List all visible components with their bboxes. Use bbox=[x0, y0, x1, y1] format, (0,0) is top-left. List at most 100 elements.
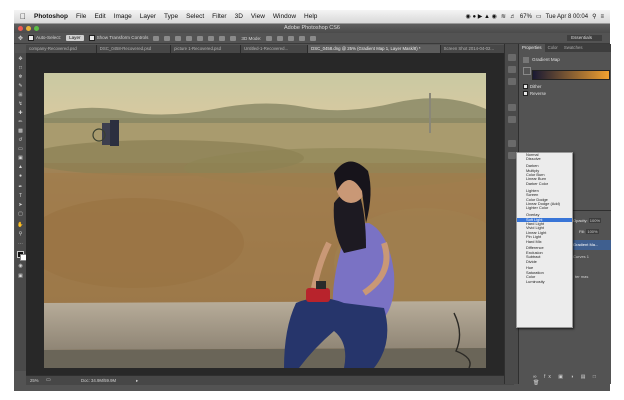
zoom-tool-icon[interactable]: ⚲ bbox=[17, 231, 24, 237]
opacity-control[interactable]: Opacity: 100% bbox=[573, 218, 602, 223]
auto-select-checkbox[interactable]: Auto-Select: bbox=[28, 35, 61, 41]
distribute-h-icon[interactable] bbox=[230, 35, 237, 41]
history-panel-icon[interactable] bbox=[508, 54, 516, 61]
marquee-tool-icon[interactable]: □ bbox=[17, 65, 24, 71]
tab-screenshot[interactable]: Screen Shot 2014-04-02... bbox=[440, 45, 515, 53]
zoom-level[interactable]: 25% bbox=[30, 376, 39, 385]
3d-scale-icon[interactable] bbox=[310, 35, 317, 41]
tab-untitled[interactable]: Untitled-1-Recovered... bbox=[240, 45, 309, 53]
align-top-icon[interactable] bbox=[153, 35, 160, 41]
3d-slide-icon[interactable] bbox=[299, 35, 306, 41]
menu-help[interactable]: Help bbox=[300, 13, 321, 20]
volume-icon[interactable]: ♬ bbox=[510, 14, 516, 20]
align-right-icon[interactable] bbox=[208, 35, 215, 41]
menu-3d[interactable]: 3D bbox=[231, 13, 247, 20]
blend-mode-option[interactable]: Luminosity bbox=[517, 279, 572, 284]
mask-icon[interactable] bbox=[523, 67, 531, 75]
align-bottom-icon[interactable] bbox=[175, 35, 182, 41]
paragraph-panel-icon[interactable] bbox=[508, 78, 516, 85]
reverse-option[interactable]: Reverse bbox=[523, 91, 546, 97]
crop-tool-icon[interactable]: ⊞ bbox=[17, 92, 24, 98]
history-brush-tool-icon[interactable]: ↺ bbox=[17, 137, 24, 143]
tab-picture1[interactable]: picture 1-Recovered.psd bbox=[171, 45, 241, 53]
path-select-tool-icon[interactable]: ➤ bbox=[17, 202, 24, 208]
character-panel-icon[interactable] bbox=[508, 66, 516, 73]
fill-value[interactable]: 100% bbox=[586, 229, 599, 234]
screen-mode-icon[interactable]: ▣ bbox=[17, 273, 24, 279]
menu-window[interactable]: Window bbox=[269, 13, 300, 20]
clone-source-panel-icon[interactable] bbox=[508, 116, 516, 123]
align-left-icon[interactable] bbox=[186, 35, 193, 41]
distribute-icon[interactable] bbox=[219, 35, 226, 41]
tab-color[interactable]: Color bbox=[545, 44, 561, 52]
pen-tool-icon[interactable]: ✒ bbox=[17, 184, 24, 190]
menu-file[interactable]: File bbox=[72, 13, 90, 20]
dodge-tool-icon[interactable]: ● bbox=[17, 173, 24, 179]
search-icon[interactable]: ⚲ bbox=[592, 13, 596, 20]
menu-filter[interactable]: Filter bbox=[208, 13, 230, 20]
tab-active-document[interactable]: DSC_0458.dng @ 25% (Gradient Map 1, Laye… bbox=[308, 45, 441, 53]
status-bar: 25% ▭ Doc: 34.9M/59.9M ▸ bbox=[26, 375, 514, 385]
menu-edit[interactable]: Edit bbox=[90, 13, 109, 20]
actions-panel-icon[interactable] bbox=[508, 152, 516, 159]
eyedropper-tool-icon[interactable]: ↯ bbox=[17, 101, 24, 107]
menu-type[interactable]: Type bbox=[160, 13, 182, 20]
status-arrow-icon[interactable]: ▸ bbox=[136, 376, 138, 385]
menu-image[interactable]: Image bbox=[110, 13, 136, 20]
quick-mask-icon[interactable]: ◉ bbox=[17, 263, 24, 269]
tab-properties[interactable]: Properties bbox=[519, 44, 545, 52]
zoom-icon[interactable] bbox=[34, 26, 39, 31]
healing-tool-icon[interactable]: ✚ bbox=[17, 110, 24, 116]
gradient-preview[interactable] bbox=[532, 70, 610, 80]
dither-option[interactable]: Dither bbox=[523, 84, 541, 90]
status-share-icon[interactable]: ▭ bbox=[46, 376, 51, 385]
fill-control[interactable]: Fill: 100% bbox=[579, 229, 599, 234]
3d-mode-label: 3D Mode: bbox=[241, 35, 262, 41]
3d-pan-icon[interactable] bbox=[288, 35, 295, 41]
type-tool-icon[interactable]: T bbox=[17, 193, 24, 199]
list-icon[interactable]: ≡ bbox=[600, 14, 604, 20]
hand-tool-icon[interactable]: ✋ bbox=[17, 222, 24, 228]
eraser-tool-icon[interactable]: ▭ bbox=[17, 146, 24, 152]
brush-panel-icon[interactable] bbox=[508, 104, 516, 111]
status-icons[interactable]: ◉ ● ▶ ▲ ◉ bbox=[466, 13, 497, 20]
blur-tool-icon[interactable]: ▲ bbox=[17, 164, 24, 170]
shape-tool-icon[interactable]: ▢ bbox=[17, 211, 24, 217]
battery-percent[interactable]: 67% bbox=[520, 14, 532, 20]
apple-icon[interactable]:  bbox=[20, 12, 30, 21]
extra-tools-icon[interactable]: ⋯ bbox=[17, 241, 24, 247]
minimize-icon[interactable] bbox=[26, 26, 31, 31]
battery-icon[interactable]: ▭ bbox=[536, 13, 542, 20]
document-photo[interactable] bbox=[44, 73, 486, 368]
lasso-tool-icon[interactable]: ❄ bbox=[17, 74, 24, 80]
layers-footer-icons[interactable]: ∞ fx ▣ ◑ ▤ □ 🗑 bbox=[533, 374, 611, 386]
move-tool-icon[interactable]: ✥ bbox=[17, 56, 24, 62]
gradient-tool-icon[interactable]: ▣ bbox=[17, 155, 24, 161]
menu-view[interactable]: View bbox=[247, 13, 269, 20]
tool-presets-panel-icon[interactable] bbox=[508, 140, 516, 147]
blend-mode-menu[interactable]: Normal Dissolve Darken Multiply Color Burn Li… bbox=[516, 152, 573, 328]
show-transform-checkbox[interactable]: Show Transform Controls bbox=[88, 35, 148, 41]
close-icon[interactable] bbox=[18, 26, 23, 31]
align-middle-icon[interactable] bbox=[164, 35, 171, 41]
auto-select-dropdown[interactable]: Layer bbox=[66, 35, 84, 41]
3d-rotate-icon[interactable] bbox=[266, 35, 273, 41]
opacity-value[interactable]: 100% bbox=[588, 218, 602, 223]
tab-company[interactable]: company-Recovered.psd bbox=[26, 45, 97, 53]
align-center-icon[interactable] bbox=[197, 35, 204, 41]
workspace-switcher[interactable]: Essentials bbox=[567, 35, 602, 41]
quick-select-tool-icon[interactable]: ✎ bbox=[17, 83, 24, 89]
app-menu[interactable]: Photoshop bbox=[30, 13, 72, 20]
foreground-background-color-icon[interactable] bbox=[17, 251, 27, 261]
wifi-icon[interactable]: ≋ bbox=[501, 13, 506, 20]
3d-roll-icon[interactable] bbox=[277, 35, 284, 41]
move-tool-icon[interactable]: ✥ bbox=[18, 35, 23, 42]
clock[interactable]: Tue Apr 8 00:04 bbox=[546, 14, 588, 20]
tab-swatches[interactable]: Swatches bbox=[561, 44, 586, 52]
menu-select[interactable]: Select bbox=[182, 13, 208, 20]
brush-tool-icon[interactable]: ✏ bbox=[17, 119, 24, 125]
stamp-tool-icon[interactable]: ▩ bbox=[17, 128, 24, 134]
menu-layer[interactable]: Layer bbox=[136, 13, 160, 20]
tab-dsc-recovered[interactable]: DSC_0458-Recovered.psd bbox=[96, 45, 172, 53]
doc-size[interactable]: Doc: 34.9M/59.9M bbox=[81, 376, 116, 385]
